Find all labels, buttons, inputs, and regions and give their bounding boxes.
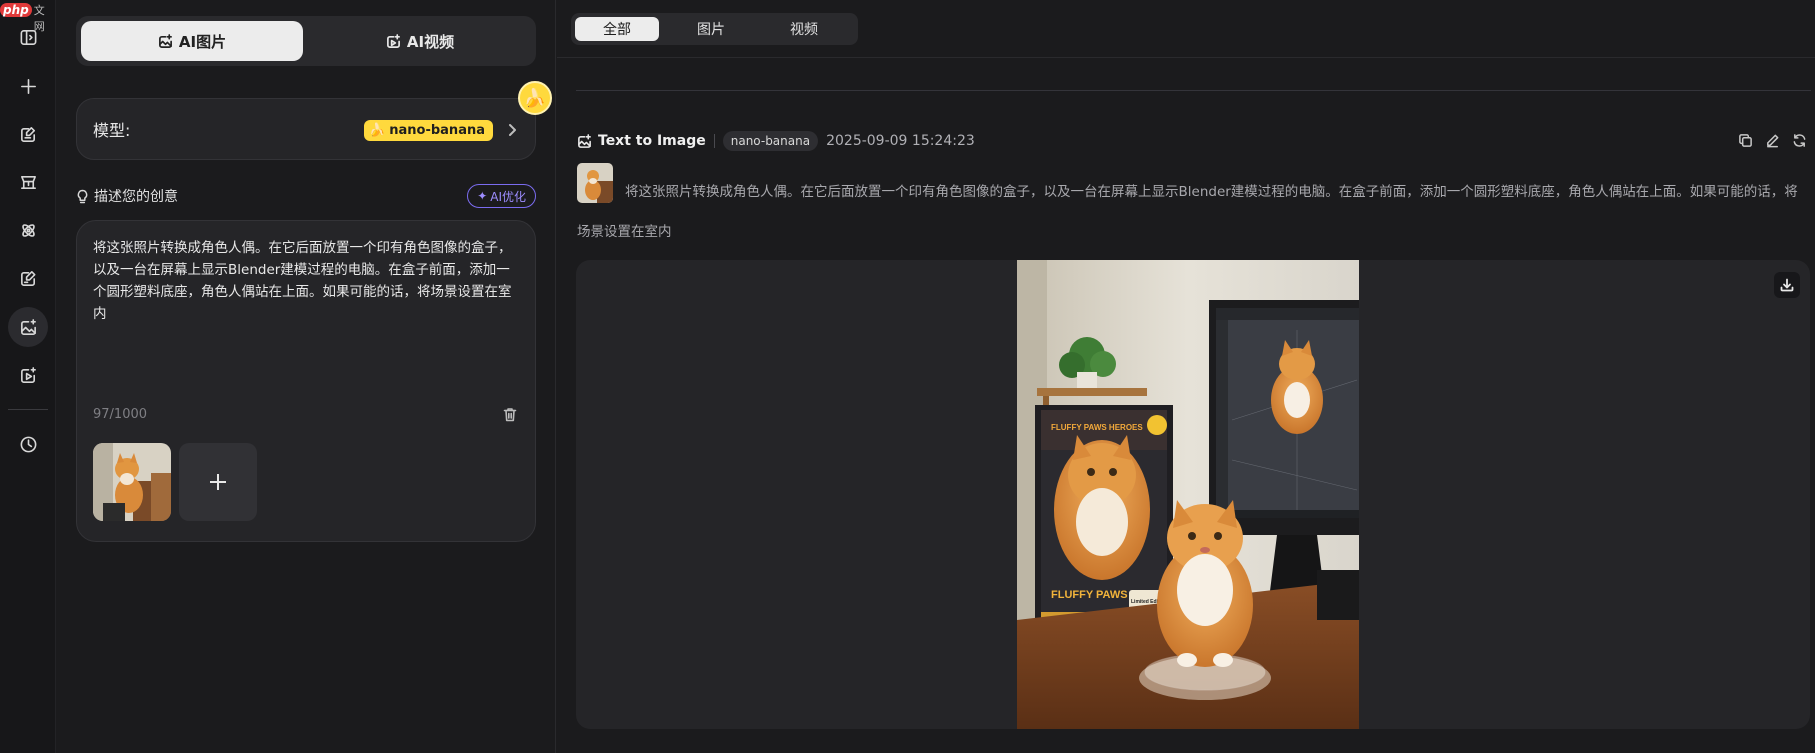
ai-optimize-label: AI优化 <box>490 189 526 204</box>
atom-icon <box>21 223 35 237</box>
lightbulb-icon <box>77 189 88 203</box>
prompt-header: 描述您的创意 ✦ AI优化 <box>76 184 536 208</box>
creation-panel: AI图片 AI视频 模型: 🍌 nano-banana 🍌 描述您的创意 ✦ A… <box>56 0 556 753</box>
tab-ai-image-label: AI图片 <box>178 32 227 51</box>
add-image-button[interactable] <box>179 443 257 521</box>
figurine-scene-image: FLUFFY PAWS HEROES FLUFFY PAWS Limited E… <box>1017 260 1359 729</box>
tab-images[interactable]: 图片 <box>669 17 753 41</box>
model-lab-button[interactable] <box>8 210 48 250</box>
history-button[interactable] <box>8 424 48 464</box>
divider <box>557 57 1815 58</box>
reference-image-thumbnail[interactable] <box>93 443 171 521</box>
header-separator <box>713 134 715 148</box>
watermark-brand: php <box>0 3 32 17</box>
clear-button[interactable] <box>503 407 519 423</box>
sparkle-icon: ✦ <box>477 189 488 203</box>
prompt-heading: 描述您的创意 <box>76 186 178 206</box>
generation-prompt: 将这张照片转换成角色人偶。在它后面放置一个印有角色图像的盒子，以及一台在屏幕上显… <box>577 184 1798 240</box>
prompt-heading-text: 描述您的创意 <box>94 189 178 205</box>
generation-type: Text to Image <box>577 133 706 149</box>
model-name: nano-banana <box>389 123 485 138</box>
generation-model-badge: nano-banana <box>722 131 819 151</box>
edit-doc-icon <box>20 270 35 286</box>
tab-ai-image[interactable]: AI图片 <box>81 21 303 61</box>
refresh-icon[interactable] <box>1792 133 1807 148</box>
banana-badge-icon: 🍌 <box>518 81 552 115</box>
new-button[interactable] <box>8 66 48 106</box>
generation-timestamp: 2025-09-09 15:24:23 <box>826 133 975 149</box>
results-area: 全部 图片 视频 Text to Image nano-banana 2025-… <box>557 0 1815 753</box>
prompt-card: 将这张照片转换成角色人偶。在它后面放置一个印有角色图像的盒子，以及一台在屏幕上显… <box>76 220 536 542</box>
chevron-right-icon <box>507 119 517 141</box>
mode-tabs: AI图片 AI视频 <box>76 16 536 66</box>
divider <box>576 90 1811 91</box>
generated-image[interactable]: FLUFFY PAWS HEROES FLUFFY PAWS Limited E… <box>1017 260 1359 729</box>
result-card: FLUFFY PAWS HEROES FLUFFY PAWS Limited E… <box>576 260 1810 729</box>
edit-image-button[interactable] <box>8 258 48 298</box>
scene-icon <box>20 175 36 189</box>
prompt-textarea[interactable]: 将这张照片转换成角色人偶。在它后面放置一个印有角色图像的盒子，以及一台在屏幕上显… <box>93 237 521 325</box>
tab-ai-video-label: AI视频 <box>406 32 455 51</box>
model-badge: 🍌 nano-banana <box>364 120 493 141</box>
model-label: 模型: <box>93 121 131 140</box>
download-icon <box>1780 278 1794 292</box>
tab-ai-video[interactable]: AI视频 <box>309 21 531 61</box>
cat-photo-image <box>93 443 171 521</box>
ai-video-button[interactable] <box>8 355 48 395</box>
image-ai-icon <box>158 33 172 48</box>
download-button[interactable] <box>1774 272 1800 298</box>
model-selector[interactable]: 模型: 🍌 nano-banana <box>76 98 536 160</box>
char-count: 97/1000 <box>93 407 148 422</box>
scene-button[interactable] <box>8 162 48 202</box>
chat-button[interactable] <box>8 114 48 154</box>
generation-actions <box>1738 133 1807 148</box>
app-root: php 中文网 <box>0 0 1815 753</box>
video-icon <box>386 33 400 48</box>
image-ai-icon <box>578 133 591 148</box>
filter-tabs: 全部 图片 视频 <box>571 13 858 45</box>
history-icon <box>20 436 36 452</box>
generation-header: Text to Image nano-banana 2025-09-09 15:… <box>577 129 1807 153</box>
sidebar-toggle-button[interactable] <box>8 17 48 57</box>
edit-icon[interactable] <box>1765 133 1780 148</box>
sidebar-toggle-icon <box>20 29 36 45</box>
image-ai-icon <box>20 318 36 335</box>
copy-icon[interactable] <box>1738 133 1753 148</box>
ai-optimize-button[interactable]: ✦ AI优化 <box>467 184 536 208</box>
box-bottom-text: FLUFFY PAWS <box>1051 589 1128 601</box>
plus-icon <box>210 474 226 490</box>
rail-divider <box>8 409 48 410</box>
trash-icon <box>503 408 517 422</box>
generation-type-label: Text to Image <box>598 133 706 149</box>
tab-all[interactable]: 全部 <box>575 17 659 41</box>
chat-edit-icon <box>20 126 35 142</box>
ai-image-button[interactable] <box>8 307 48 347</box>
banana-icon: 🍌 <box>369 123 386 138</box>
tab-videos[interactable]: 视频 <box>762 17 846 41</box>
plus-icon <box>20 78 36 94</box>
box-top-text: FLUFFY PAWS HEROES <box>1051 423 1143 432</box>
icon-rail: php 中文网 <box>0 0 56 753</box>
video-icon <box>20 366 36 383</box>
